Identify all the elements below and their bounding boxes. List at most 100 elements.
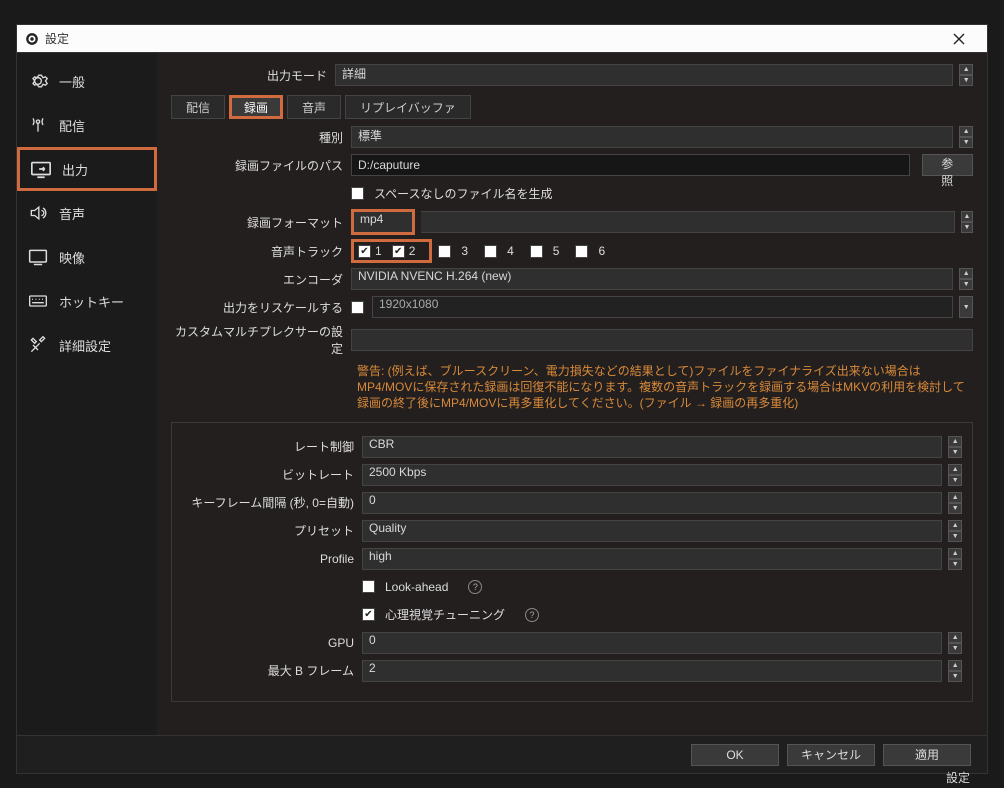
audio-tracks-label: 音声トラック xyxy=(171,243,351,260)
output-mode-label: 出力モード xyxy=(171,67,335,84)
tab-replay-buffer[interactable]: リプレイバッファ xyxy=(345,95,471,119)
recording-format-select[interactable]: mp4 xyxy=(354,212,412,232)
sidebar-item-label: 一般 xyxy=(59,72,85,91)
keyint-label: キーフレーム間隔 (秒, 0=自動) xyxy=(182,494,362,511)
ok-button[interactable]: OK xyxy=(691,744,779,766)
no-space-filename-checkbox[interactable] xyxy=(351,187,364,200)
rescale-label: 出力をリスケールする xyxy=(171,299,351,316)
select-chevron-icon[interactable]: ▲▼ xyxy=(959,126,973,148)
recording-format-label: 録画フォーマット xyxy=(171,214,351,231)
track-5-checkbox[interactable] xyxy=(530,245,543,258)
bframes-label: 最大 B フレーム xyxy=(182,662,362,679)
recording-type-label: 種別 xyxy=(171,129,351,146)
preset-select[interactable]: Quality xyxy=(362,520,942,542)
titlebar: 設定 xyxy=(17,25,987,53)
track-3-checkbox[interactable] xyxy=(438,245,451,258)
monitor-icon xyxy=(27,246,49,268)
preset-label: プリセット xyxy=(182,522,362,539)
output-mode-select[interactable]: 詳細 xyxy=(335,64,953,86)
close-button[interactable] xyxy=(939,25,979,53)
select-chevron-icon[interactable]: ▲▼ xyxy=(948,520,962,542)
recording-path-label: 録画ファイルのパス xyxy=(171,157,351,174)
mux-label: カスタムマルチプレクサーの設定 xyxy=(171,323,351,357)
app-logo-icon xyxy=(25,32,39,46)
lookahead-checkbox[interactable] xyxy=(362,580,375,593)
select-chevron-icon[interactable]: ▲▼ xyxy=(959,268,973,290)
keyint-input[interactable]: 0 xyxy=(362,492,942,514)
help-icon[interactable]: ? xyxy=(468,580,482,594)
track-6-checkbox[interactable] xyxy=(575,245,588,258)
apply-button[interactable]: 適用 xyxy=(883,744,971,766)
no-space-filename-label: スペースなしのファイル名を生成 xyxy=(374,185,553,202)
browse-button[interactable]: 参照 xyxy=(922,154,974,176)
help-icon[interactable]: ? xyxy=(525,608,539,622)
gpu-input[interactable]: 0 xyxy=(362,632,942,654)
recording-format-highlight: mp4 xyxy=(351,209,415,235)
psycho-visual-label: 心理視覚チューニング xyxy=(385,606,505,623)
sidebar-item-label: 音声 xyxy=(59,204,85,223)
cancel-button[interactable]: キャンセル xyxy=(787,744,875,766)
mux-input[interactable] xyxy=(351,329,973,351)
encoder-select[interactable]: NVIDIA NVENC H.264 (new) xyxy=(351,268,953,290)
speaker-icon xyxy=(27,202,49,224)
number-stepper-icon[interactable]: ▲▼ xyxy=(948,464,962,486)
psycho-visual-checkbox[interactable] xyxy=(362,608,375,621)
rescale-checkbox[interactable] xyxy=(351,301,364,314)
select-chevron-icon[interactable]: ▲▼ xyxy=(961,211,973,233)
settings-sidebar: 一般 配信 出力 音声 映像 ホットキー xyxy=(17,53,157,735)
track-1-checkbox[interactable] xyxy=(358,245,371,258)
tracks-highlight: 1 2 xyxy=(351,239,432,263)
bframes-input[interactable]: 2 xyxy=(362,660,942,682)
sidebar-item-label: ホットキー xyxy=(59,292,124,311)
gpu-label: GPU xyxy=(182,636,362,650)
profile-label: Profile xyxy=(182,552,362,566)
dialog-title: 設定 xyxy=(45,30,69,47)
track-2-checkbox[interactable] xyxy=(392,245,405,258)
recording-type-select[interactable]: 標準 xyxy=(351,126,953,148)
rescale-select[interactable]: 1920x1080 xyxy=(372,296,953,318)
output-tabs: 配信 録画 音声 リプレイバッファ xyxy=(171,95,973,119)
sidebar-item-output[interactable]: 出力 xyxy=(17,147,157,191)
gear-icon xyxy=(27,70,49,92)
sidebar-item-video[interactable]: 映像 xyxy=(17,235,157,279)
format-warning: 警告: (例えば、ブルースクリーン、電力損失などの結果として)ファイルをファイナ… xyxy=(171,363,973,412)
sidebar-item-label: 配信 xyxy=(59,116,85,135)
sidebar-item-general[interactable]: 一般 xyxy=(17,59,157,103)
bottom-settings-label: 設定 xyxy=(946,769,970,786)
recording-path-input[interactable] xyxy=(351,154,910,176)
track-4-checkbox[interactable] xyxy=(484,245,497,258)
antenna-icon xyxy=(27,114,49,136)
tab-streaming[interactable]: 配信 xyxy=(171,95,225,119)
select-chevron-icon[interactable]: ▲▼ xyxy=(948,548,962,570)
select-chevron-icon[interactable]: ▲▼ xyxy=(959,64,973,86)
sidebar-item-label: 映像 xyxy=(59,248,85,267)
tab-audio[interactable]: 音声 xyxy=(287,95,341,119)
encoder-settings-group: レート制御 CBR ▲▼ ビットレート 2500 Kbps ▲▼ キーフレーム間隔 … xyxy=(171,422,973,702)
bitrate-label: ビットレート xyxy=(182,466,362,483)
settings-dialog: 設定 一般 配信 出力 音声 映像 xyxy=(16,24,988,774)
bitrate-input[interactable]: 2500 Kbps xyxy=(362,464,942,486)
select-chevron-icon[interactable]: ▲▼ xyxy=(948,436,962,458)
encoder-label: エンコーダ xyxy=(171,271,351,288)
main-content: 出力モード 詳細 ▲▼ 配信 録画 音声 リプレイバッファ 種別 標準 ▲▼ 録画フ… xyxy=(157,53,987,735)
number-stepper-icon[interactable]: ▲▼ xyxy=(948,492,962,514)
monitor-arrow-icon xyxy=(30,158,52,180)
dialog-footer: OK キャンセル 適用 xyxy=(17,735,987,773)
sidebar-item-advanced[interactable]: 詳細設定 xyxy=(17,323,157,367)
close-icon xyxy=(953,33,965,45)
sidebar-item-audio[interactable]: 音声 xyxy=(17,191,157,235)
rate-control-label: レート制御 xyxy=(182,438,362,455)
number-stepper-icon[interactable]: ▲▼ xyxy=(948,632,962,654)
lookahead-label: Look-ahead xyxy=(385,580,448,594)
select-chevron-icon[interactable]: ▼ xyxy=(959,296,973,318)
tools-icon xyxy=(27,334,49,356)
tab-recording[interactable]: 録画 xyxy=(229,95,283,119)
profile-select[interactable]: high xyxy=(362,548,942,570)
sidebar-item-label: 出力 xyxy=(62,160,88,179)
rate-control-select[interactable]: CBR xyxy=(362,436,942,458)
sidebar-item-hotkeys[interactable]: ホットキー xyxy=(17,279,157,323)
number-stepper-icon[interactable]: ▲▼ xyxy=(948,660,962,682)
sidebar-item-stream[interactable]: 配信 xyxy=(17,103,157,147)
keyboard-icon xyxy=(27,290,49,312)
sidebar-item-label: 詳細設定 xyxy=(59,336,111,355)
